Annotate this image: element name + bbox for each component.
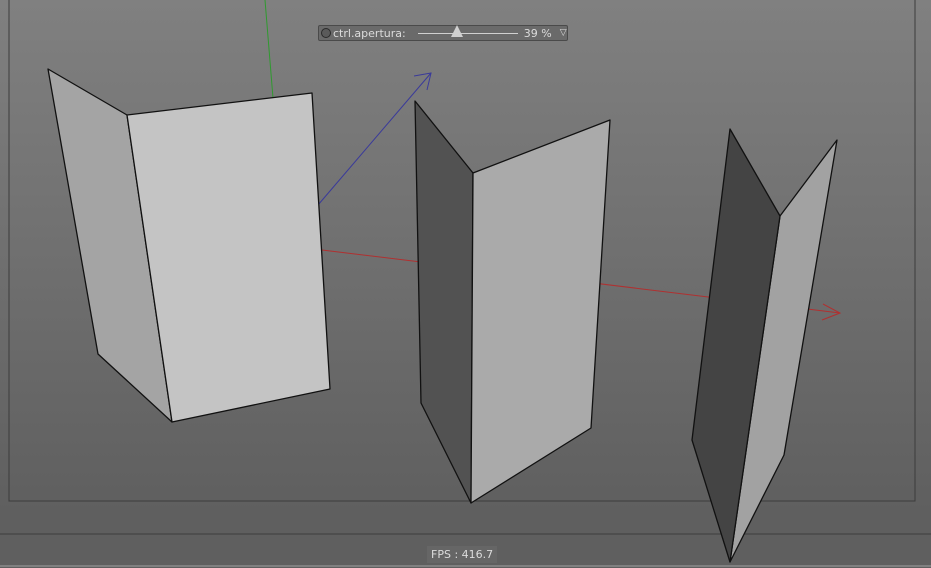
fps-readout: FPS : 416.7: [427, 546, 498, 563]
slider-value: 39 %: [523, 26, 552, 40]
folded-panel-1[interactable]: [47, 68, 331, 423]
slider-thumb[interactable]: [450, 24, 463, 37]
z-axis-arrow: [317, 72, 432, 206]
3d-viewport[interactable]: [0, 0, 931, 568]
slider-label: ctrl.apertura:: [333, 26, 406, 40]
apertura-slider-control[interactable]: ctrl.apertura: 39 % ▽: [318, 24, 568, 41]
folded-panel-3[interactable]: [691, 128, 838, 563]
triangle-down-icon[interactable]: ▽: [560, 28, 567, 38]
slider-track[interactable]: [417, 24, 518, 37]
folded-panel-2[interactable]: [414, 100, 611, 504]
y-axis-line: [264, 0, 274, 99]
keyframe-circle-icon[interactable]: [321, 28, 331, 38]
